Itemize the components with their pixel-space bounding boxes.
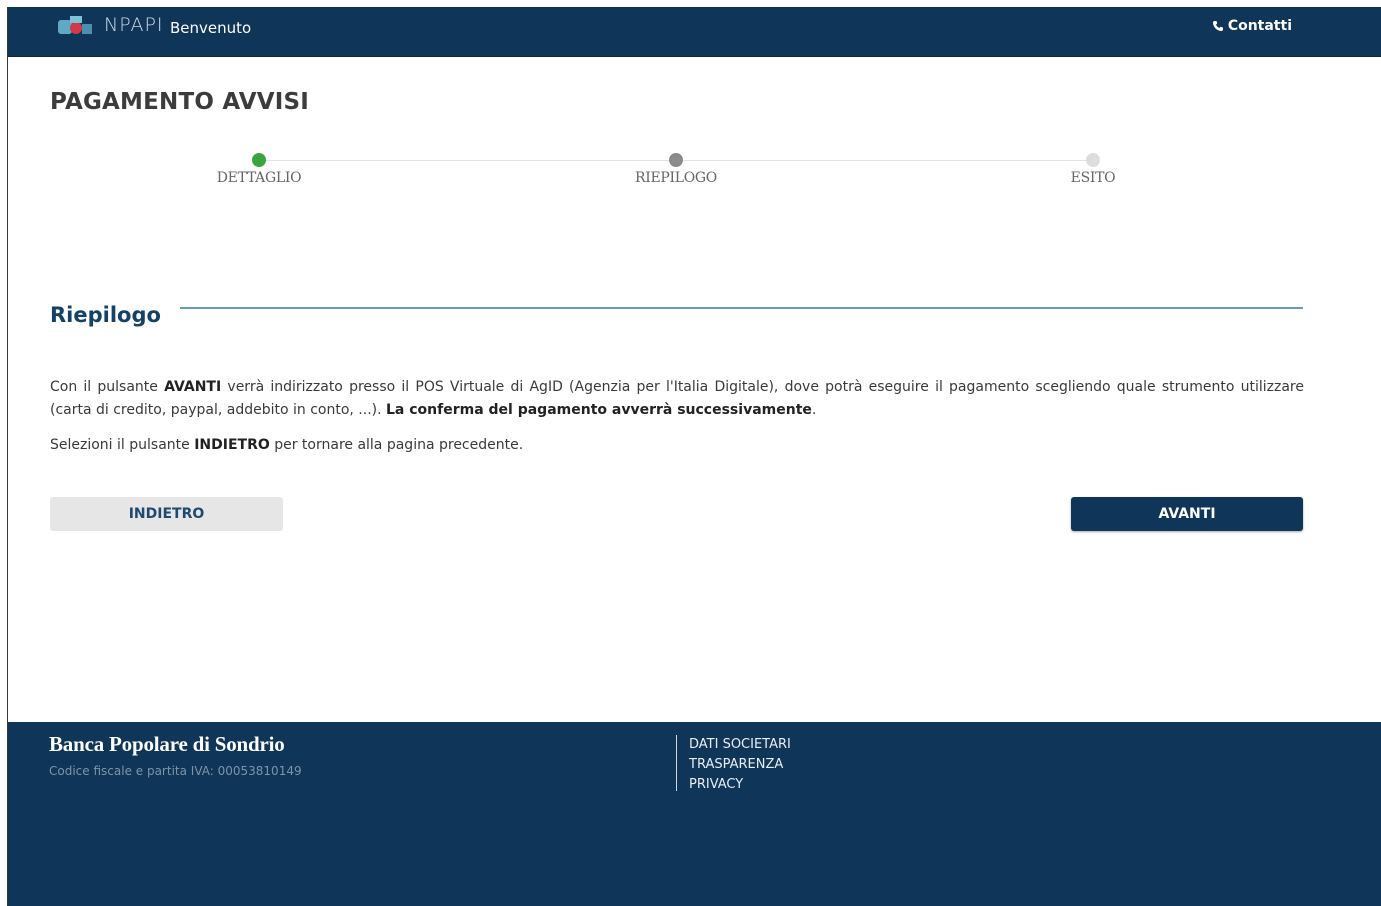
phone-icon (1212, 21, 1223, 31)
top-navbar: NPAPI Benvenuto Contatti (8, 7, 1381, 57)
progress-stepper: DETTAGLIO RIEPILOGO ESITO (8, 149, 1381, 199)
section-title: Riepilogo (50, 303, 161, 327)
welcome-text: Benvenuto (170, 19, 252, 37)
page-title: PAGAMENTO AVVISI (50, 89, 310, 115)
back-instructions-paragraph: Selezioni il pulsante INDIETRO per torna… (50, 434, 1304, 457)
step-label: DETTAGLIO (216, 170, 302, 186)
enpapi-logo[interactable] (56, 13, 102, 41)
step-label: RIEPILOGO (635, 170, 717, 186)
step-dot-completed (252, 153, 266, 167)
step-esito: ESITO (993, 149, 1193, 186)
text-span: per tornare alla pagina precedente. (269, 437, 524, 453)
back-button[interactable]: INDIETRO (50, 497, 283, 531)
step-dettaglio: DETTAGLIO (159, 149, 359, 186)
text-bold: INDIETRO (194, 437, 270, 453)
step-dot-pending (1086, 153, 1100, 167)
footer-links: DATI SOCIETARI TRASPARENZA PRIVACY (689, 735, 791, 795)
logo-icon (58, 16, 92, 34)
text-bold: AVANTI (164, 379, 222, 395)
footer-link-dati-societari[interactable]: DATI SOCIETARI (689, 735, 791, 755)
section-divider (180, 307, 1303, 309)
contacts-link[interactable]: Contatti (1212, 18, 1292, 34)
footer-link-privacy[interactable]: PRIVACY (689, 775, 791, 795)
step-label: ESITO (1070, 170, 1116, 186)
footer-divider (676, 735, 677, 791)
next-button[interactable]: AVANTI (1071, 497, 1303, 531)
logo-text: NPAPI (104, 14, 164, 36)
bank-name: Banca Popolare di Sondrio (49, 732, 285, 756)
text-bold: La conferma del pagamento avverrà succes… (386, 402, 812, 418)
text-span: Con il pulsante (50, 379, 165, 395)
tax-id: Codice fiscale e partita IVA: 0005381014… (49, 764, 302, 778)
step-dot-current (669, 153, 683, 167)
text-span: Selezioni il pulsante (50, 437, 195, 453)
contacts-label: Contatti (1227, 18, 1292, 34)
text-span: . (811, 402, 817, 418)
step-riepilogo: RIEPILOGO (576, 149, 776, 186)
footer: Banca Popolare di Sondrio Codice fiscale… (8, 722, 1381, 906)
browser-page: NPAPI Benvenuto Contatti PAGAMENTO AVVIS… (7, 7, 1381, 906)
footer-link-trasparenza[interactable]: TRASPARENZA (689, 755, 791, 775)
instructions-paragraph: Con il pulsante AVANTI verrà indirizzato… (50, 376, 1304, 422)
